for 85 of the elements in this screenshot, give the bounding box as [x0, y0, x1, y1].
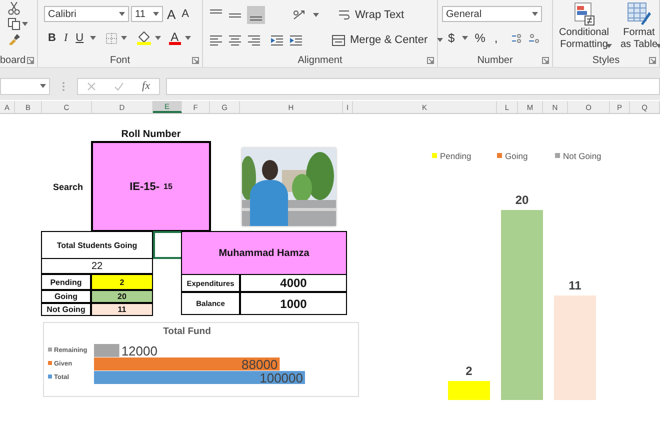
align-left-icon[interactable] [209, 34, 223, 46]
italic-button[interactable]: I [62, 30, 70, 46]
format-table-icon [627, 2, 651, 26]
merge-cells-icon[interactable] [332, 34, 345, 46]
table-cell: 22 [41, 258, 153, 274]
group-label: board [0, 54, 26, 66]
caret-icon[interactable] [40, 84, 46, 88]
group-label: Alignment [298, 54, 342, 66]
decrease-font-button[interactable]: A [180, 6, 192, 22]
group-label: Number [477, 54, 513, 66]
increase-font-button[interactable]: A [165, 6, 178, 22]
data-label: 20 [515, 193, 529, 207]
percent-button[interactable]: % [472, 30, 488, 46]
increase-decimal-icon[interactable] [510, 32, 523, 44]
comma-button[interactable]: , [492, 30, 500, 46]
merge-center-button[interactable]: Merge & Center [350, 32, 428, 48]
dialog-launcher-icon[interactable] [427, 57, 434, 64]
align-center-icon[interactable] [228, 34, 242, 46]
fill-color-icon[interactable] [136, 31, 151, 45]
dialog-launcher-icon[interactable] [192, 57, 199, 64]
conditional-formatting-button[interactable]: Conditional Formatting [556, 27, 612, 51]
table-cell: Not Going [41, 303, 91, 316]
formula-input[interactable] [166, 78, 660, 94]
caret-icon[interactable] [436, 38, 443, 42]
wrap-text-button[interactable]: Wrap Text [355, 7, 404, 23]
font-name-field[interactable]: Calibri [44, 6, 129, 22]
caret-icon[interactable] [22, 22, 28, 26]
table-cell: 20 [91, 290, 153, 303]
legend-item: Going [497, 151, 528, 161]
bar [448, 381, 490, 400]
table-cell: Going [41, 290, 91, 303]
paintbrush-icon[interactable] [8, 33, 20, 45]
search-label: Search [52, 180, 84, 193]
student-name-cell: Muhammad Hamza [181, 231, 347, 275]
font-color-button[interactable]: A [168, 32, 181, 44]
caret-icon[interactable] [462, 36, 468, 40]
caret-icon[interactable] [606, 44, 612, 48]
scissors-icon[interactable] [8, 2, 20, 15]
caret-icon[interactable] [153, 12, 159, 16]
caret-icon[interactable] [154, 36, 161, 40]
legend-item: Not Going [555, 151, 602, 161]
caret-icon[interactable] [120, 36, 127, 40]
caret-icon[interactable] [532, 12, 538, 16]
roll-number-value: 15 [164, 182, 172, 191]
caret-icon[interactable] [90, 36, 96, 40]
number-format-field[interactable]: General [442, 6, 542, 22]
data-label: 11 [568, 278, 582, 292]
dialog-launcher-icon[interactable] [649, 57, 656, 64]
table-cell: Pending [41, 274, 91, 290]
caret-icon[interactable] [313, 13, 319, 17]
table-cell: 4000 [240, 274, 347, 292]
align-bottom-icon[interactable] [247, 6, 265, 24]
font-size-field[interactable]: 11 [131, 6, 163, 22]
group-label: Styles [592, 54, 620, 66]
caret-icon[interactable] [184, 36, 191, 40]
enter-check-icon[interactable] [114, 82, 124, 90]
wrap-text-icon[interactable] [338, 9, 350, 21]
group-label: Font [110, 54, 130, 66]
dialog-launcher-icon[interactable] [27, 57, 34, 64]
underline-button[interactable]: U [74, 30, 86, 46]
caret-icon[interactable] [119, 12, 125, 16]
chart-title: Total Fund [163, 326, 211, 337]
align-right-icon[interactable] [247, 34, 261, 46]
table-cell: 1000 [240, 292, 347, 315]
table-cell: Total Students Going [41, 231, 153, 259]
currency-button[interactable]: $ [446, 30, 457, 46]
data-label: 88000 [242, 357, 278, 372]
table-cell: 2 [91, 274, 153, 290]
decrease-indent-icon[interactable] [270, 34, 284, 46]
grip-icon [62, 80, 65, 92]
data-label: 2 [466, 364, 472, 378]
copy-icon[interactable] [8, 18, 20, 30]
decrease-decimal-icon[interactable] [528, 32, 540, 44]
borders-icon[interactable] [106, 32, 117, 44]
data-label: 100000 [260, 370, 303, 386]
increase-indent-icon[interactable] [289, 34, 303, 46]
dialog-launcher-icon[interactable] [542, 57, 549, 64]
data-label: 12000 [121, 344, 158, 358]
format-as-table-button[interactable]: Format as Table [616, 27, 660, 51]
roll-number-prefix: IE-15- [130, 180, 160, 192]
legend-item: Pending [432, 151, 472, 161]
table-cell: 11 [91, 303, 153, 316]
sheet-title: Roll Number [120, 128, 182, 140]
insert-function-button[interactable]: fx [142, 80, 150, 92]
bold-button[interactable]: B [46, 30, 58, 46]
